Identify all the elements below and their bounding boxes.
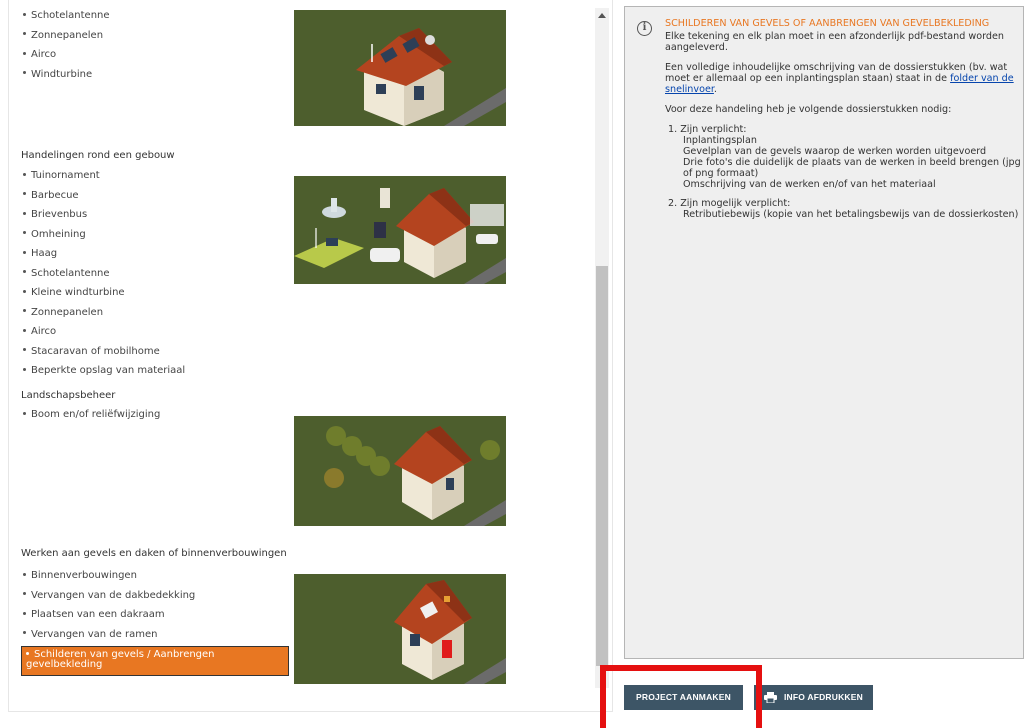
bullet-icon (23, 231, 26, 234)
category-list-2: Boom en/of reliëfwijziging (21, 405, 160, 425)
list-item[interactable]: Vervangen van de ramen (21, 625, 289, 645)
scrollbar[interactable] (595, 8, 609, 688)
bullet-icon (23, 270, 26, 273)
list-item[interactable]: Plaatsen van een dakraam (21, 605, 289, 625)
illustration-roof-installations (294, 10, 506, 126)
category-list-0: Schotelantenne Zonnepanelen Airco Windtu… (21, 6, 110, 84)
info-title: Schilderen van gevels of aanbrengen van … (665, 18, 990, 29)
list-item[interactable]: Tuinornament (21, 166, 185, 186)
bullet-icon (23, 192, 26, 195)
category-title: Werken aan gevels en daken of binnenverb… (21, 548, 287, 559)
bullet-icon (23, 211, 26, 215)
bullet-icon (23, 71, 26, 74)
bullet-icon (23, 12, 26, 16)
bullet-icon (23, 289, 26, 293)
category-list-1: Tuinornament Barbecue Brievenbus Omheini… (21, 166, 185, 381)
list-item[interactable]: Stacaravan of mobilhome (21, 342, 185, 362)
required-item: Drie foto's die duidelijk de plaats van … (683, 157, 1021, 179)
required-item: Inplantingsplan (683, 135, 757, 146)
required-docs: 1. Zijn verplicht: Inplantingsplan Gevel… (665, 124, 1021, 190)
bullet-icon (23, 250, 26, 254)
list-item[interactable]: Zonnepanelen (21, 26, 110, 46)
bullet-icon (23, 309, 26, 312)
list-item[interactable]: Boom en/of reliëfwijziging (21, 405, 160, 425)
category-list-3: Binnenverbouwingen Vervangen van de dakb… (21, 566, 289, 676)
printer-icon (764, 692, 777, 703)
bullet-icon (23, 328, 26, 332)
info-paragraph-link: Een volledige inhoudelijke omschrijving … (665, 62, 1014, 95)
project-create-button[interactable]: Project aanmaken (624, 685, 743, 710)
illustration-facade-roof (294, 574, 506, 684)
list-item[interactable]: Omheining (21, 225, 185, 245)
bullet-icon (23, 51, 26, 55)
bullet-icon (23, 172, 26, 176)
info-paragraph: Voor deze handeling heb je volgende doss… (665, 104, 952, 115)
list-item[interactable]: Binnenverbouwingen (21, 566, 289, 586)
list-item[interactable]: Zonnepanelen (21, 303, 185, 323)
required-heading: 1. Zijn verplicht: (668, 124, 747, 135)
list-item[interactable]: Kleine windturbine (21, 283, 185, 303)
bullet-icon (23, 348, 26, 351)
required-item: Omschrijving van de werken en/of van het… (683, 179, 936, 190)
info-paragraph: Elke tekening en elk plan moet in een af… (665, 31, 1004, 53)
list-item[interactable]: Haag (21, 244, 185, 264)
list-item-selected[interactable]: Schilderen van gevels / Aanbrengen gevel… (21, 646, 289, 676)
illustration-landscape (294, 416, 506, 526)
list-item[interactable]: Barbecue (21, 186, 185, 206)
list-item[interactable]: Airco (21, 45, 110, 65)
list-item[interactable]: Brievenbus (21, 205, 185, 225)
bullet-icon (23, 631, 26, 634)
bullet-icon (23, 411, 26, 415)
category-title: Landschapsbeheer (21, 390, 116, 401)
list-item[interactable]: Schotelantenne (21, 264, 185, 284)
list-item[interactable]: Schotelantenne (21, 6, 110, 26)
maybe-required-item: Retributiebewijs (kopie van het betaling… (683, 209, 1019, 220)
scroll-thumb[interactable] (596, 266, 608, 666)
bullet-icon (23, 367, 26, 371)
list-item[interactable]: Airco (21, 322, 185, 342)
info-icon: i (637, 21, 652, 36)
maybe-required-heading: 2. Zijn mogelijk verplicht: (668, 198, 791, 209)
info-content: Schilderen van gevels of aanbrengen van … (665, 18, 1021, 228)
bullet-icon (23, 32, 26, 35)
bullet-icon (23, 572, 26, 576)
illustration-around-building (294, 176, 506, 284)
required-item: Gevelplan van de gevels waarop de werken… (683, 146, 987, 157)
print-info-button[interactable]: Info afdrukken (754, 685, 873, 710)
info-panel: i Schilderen van gevels of aanbrengen va… (624, 6, 1024, 659)
bullet-icon (26, 651, 29, 655)
list-item[interactable]: Vervangen van de dakbedekking (21, 586, 289, 606)
handelingen-list-pane: Schotelantenne Zonnepanelen Airco Windtu… (8, 0, 613, 712)
scroll-up-arrow-icon[interactable] (595, 10, 609, 22)
list-item[interactable]: Windturbine (21, 65, 110, 85)
bullet-icon (23, 611, 26, 615)
maybe-required-docs: 2. Zijn mogelijk verplicht: Retributiebe… (665, 198, 1021, 220)
bullet-icon (23, 592, 26, 595)
list-item[interactable]: Beperkte opslag van materiaal (21, 361, 185, 381)
category-title: Handelingen rond een gebouw (21, 150, 175, 161)
